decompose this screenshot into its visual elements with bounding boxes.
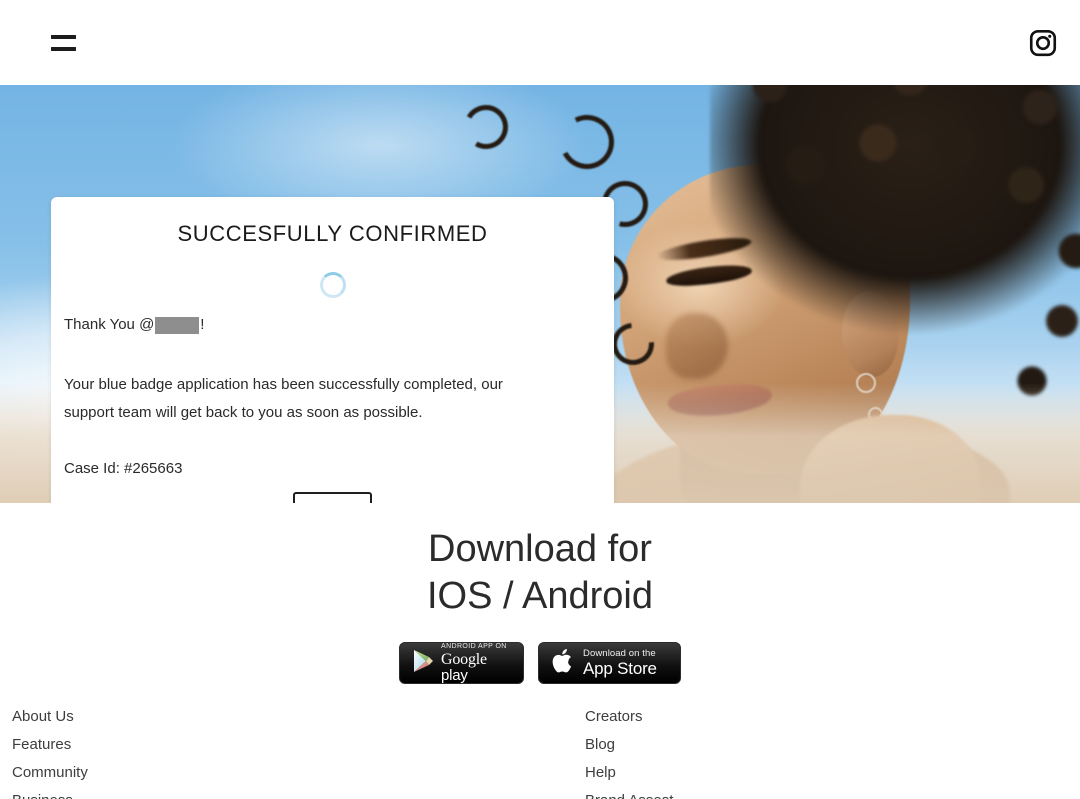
page-root: SUCCESFULLY CONFIRMED Thank You @! Your … xyxy=(0,0,1080,799)
thank-you-prefix: Thank You @ xyxy=(64,316,155,333)
app-store-top-line: Download on the xyxy=(583,647,656,659)
footer-link-features[interactable]: Features xyxy=(12,731,88,759)
footer-link-blog[interactable]: Blog xyxy=(585,731,673,759)
google-play-badge[interactable]: ANDROID APP ON Google play xyxy=(399,642,524,684)
footer: About Us Features Community Business Cre… xyxy=(0,693,1080,799)
hamburger-bar-1 xyxy=(51,34,76,39)
hero-image: SUCCESFULLY CONFIRMED Thank You @! Your … xyxy=(0,85,1080,503)
hamburger-bar-2 xyxy=(51,46,76,51)
modal-paragraph: Your blue badge application has been suc… xyxy=(64,376,503,421)
redacted-username xyxy=(155,316,200,334)
footer-link-help[interactable]: Help xyxy=(585,759,673,787)
footer-link-brand-assest[interactable]: Brand Assest xyxy=(585,787,673,799)
footer-link-about-us[interactable]: About Us xyxy=(12,703,88,731)
footer-column-right: Creators Blog Help Brand Assest xyxy=(585,703,673,799)
spinner-container xyxy=(51,272,614,298)
download-heading-line1: Download for xyxy=(428,528,652,570)
footer-column-left: About Us Features Community Business xyxy=(12,703,88,799)
modal-body: Thank You @! Your blue badge application… xyxy=(64,315,604,477)
download-section: Download for IOS / Android ANDROID APP O… xyxy=(0,503,1080,693)
download-heading-line2: IOS / Android xyxy=(426,575,653,617)
thank-you-line: Thank You @! xyxy=(64,315,604,335)
footer-link-business[interactable]: Business xyxy=(12,787,88,799)
hamburger-menu-icon[interactable] xyxy=(51,34,76,51)
download-heading: Download for IOS / Android xyxy=(427,526,653,620)
thank-you-suffix: ! xyxy=(200,316,205,333)
app-store-main-line: App Store xyxy=(583,659,657,679)
loading-spinner-icon xyxy=(319,272,346,298)
google-play-icon xyxy=(412,649,434,678)
app-store-badge-text: Download on the App Store xyxy=(583,649,657,678)
case-id-text: Case Id: #265663 xyxy=(64,460,183,477)
confirmation-modal: SUCCESFULLY CONFIRMED Thank You @! Your … xyxy=(51,197,614,503)
footer-link-creators[interactable]: Creators xyxy=(585,703,673,731)
google-play-main-line: Google play xyxy=(441,650,487,684)
store-badges: ANDROID APP ON Google play Download on t… xyxy=(399,642,681,684)
footer-link-community[interactable]: Community xyxy=(12,759,88,787)
google-play-badge-text: ANDROID APP ON Google play xyxy=(441,643,511,684)
modal-title: SUCCESFULLY CONFIRMED xyxy=(177,221,488,246)
top-navbar xyxy=(0,0,1080,85)
google-play-top-line: ANDROID APP ON xyxy=(441,642,507,650)
app-store-badge[interactable]: Download on the App Store xyxy=(538,642,681,684)
apple-logo-icon xyxy=(551,647,575,680)
instagram-icon[interactable] xyxy=(1024,24,1062,62)
ok-button[interactable]: OK xyxy=(293,492,372,503)
